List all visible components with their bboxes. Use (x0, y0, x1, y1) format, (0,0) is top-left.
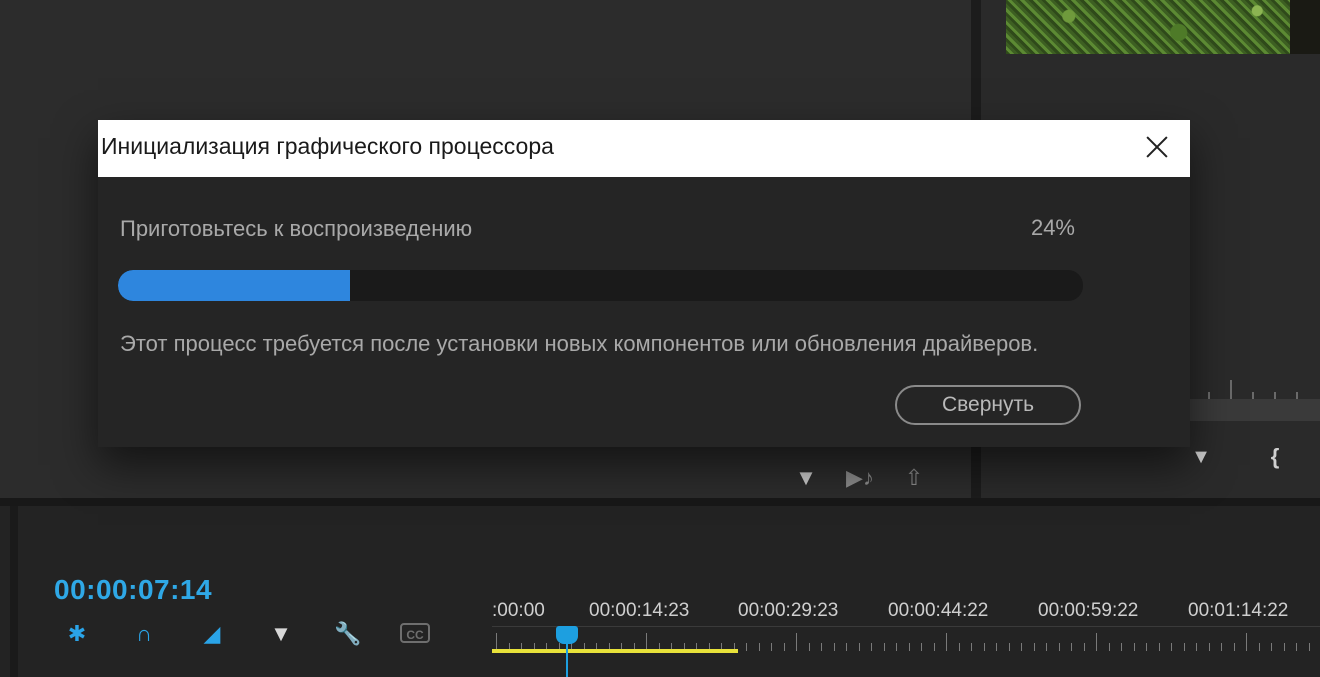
info-text: Этот процесс требуется после установки н… (120, 331, 1039, 356)
ruler-tick (808, 643, 810, 651)
ruler-tick (1171, 643, 1172, 651)
add-marker-icon[interactable]: ▼ (1190, 446, 1212, 468)
ruler-tick (796, 633, 797, 651)
captions-icon[interactable]: CC (400, 623, 430, 643)
ruler-tick (908, 643, 910, 651)
video-preview-frame (1006, 0, 1320, 54)
ruler-tick (858, 643, 860, 651)
tools-strip (10, 506, 18, 677)
add-marker-icon[interactable]: ▼ (264, 618, 298, 650)
ruler-tick (883, 643, 885, 651)
time-label: :00:00 (492, 600, 545, 621)
ruler-tick (1133, 643, 1135, 651)
collapse-button[interactable]: Свернуть (895, 385, 1081, 425)
snap-ripple-icon[interactable]: ✱ (60, 618, 94, 650)
ruler-tick (983, 643, 985, 651)
ruler-tick (1046, 643, 1047, 651)
monitor-ruler (1190, 370, 1320, 400)
ruler-tick (1258, 643, 1260, 651)
ruler-tick (1008, 643, 1010, 651)
progress-fill (118, 270, 350, 301)
progress-bar (118, 270, 1083, 301)
ruler-tick (1283, 643, 1285, 651)
ruler-tick (1296, 643, 1297, 651)
magnet-snap-icon[interactable]: ∩ (127, 618, 161, 650)
time-ruler-labels: :00:00 00:00:14:23 00:00:29:23 00:00:44:… (492, 600, 1320, 622)
status-text: Приготовьтесь к воспроизведению (120, 216, 473, 241)
ruler-tick (821, 643, 822, 651)
ruler-tick (1096, 633, 1097, 651)
progress-percent: 24% (1030, 215, 1075, 240)
ruler-tick (771, 643, 772, 651)
time-ruler[interactable] (492, 626, 1320, 651)
ruler-tick (783, 643, 785, 651)
ruler-tick (1308, 643, 1310, 651)
wrench-settings-icon[interactable]: 🔧 (331, 618, 365, 650)
insert-audio-icon[interactable]: ▶♪ (844, 464, 876, 492)
ruler-tick (1071, 643, 1072, 651)
ruler-tick (996, 643, 997, 651)
dialog-title: Инициализация графического процессора (101, 133, 554, 159)
ruler-tick (1208, 643, 1210, 651)
ruler-tick (946, 633, 947, 651)
ruler-tick (746, 643, 747, 651)
ruler-tick (1158, 643, 1160, 651)
ruler-tick (1233, 643, 1235, 651)
video-preview-edge (1290, 0, 1320, 54)
time-label: 00:01:14:22 (1188, 600, 1289, 621)
linked-selection-icon[interactable]: ◢ (195, 618, 229, 650)
dialog-titlebar: Инициализация графического процессора (98, 120, 1190, 177)
ruler-tick (846, 643, 847, 651)
ruler-tick (971, 643, 972, 651)
ruler-tick (1221, 643, 1222, 651)
ruler-tick (758, 643, 760, 651)
ruler-tick (1183, 643, 1185, 651)
ruler-tick (958, 643, 960, 651)
gpu-init-dialog: Инициализация графического процессора Пр… (98, 120, 1190, 447)
ruler-tick (933, 643, 935, 651)
export-icon[interactable]: ⇧ (898, 464, 930, 492)
ruler-tick (1271, 643, 1272, 651)
time-label: 00:00:59:22 (1038, 600, 1139, 621)
playhead-line (566, 640, 568, 677)
time-label: 00:00:14:23 (589, 600, 690, 621)
ruler-tick (1108, 643, 1110, 651)
ruler-tick (1196, 643, 1197, 651)
work-area-bar[interactable] (492, 649, 738, 653)
monitor-scrubber-track[interactable] (1190, 399, 1320, 421)
mark-in-icon[interactable]: { (1266, 444, 1284, 470)
ruler-tick (833, 643, 835, 651)
filter-icon[interactable]: ▼ (790, 464, 822, 492)
panel-separator[interactable] (0, 498, 1320, 506)
ruler-tick (1246, 633, 1247, 651)
ruler-tick (871, 643, 872, 651)
ruler-tick (1083, 643, 1085, 651)
ruler-tick (1033, 643, 1035, 651)
ruler-tick (1146, 643, 1147, 651)
playhead-timecode[interactable]: 00:00:07:14 (54, 574, 212, 606)
ruler-tick (896, 643, 897, 651)
close-icon[interactable] (1140, 130, 1174, 164)
time-label: 00:00:29:23 (738, 600, 839, 621)
ruler-tick (921, 643, 922, 651)
ruler-tick (1021, 643, 1022, 651)
time-label: 00:00:44:22 (888, 600, 989, 621)
ruler-tick (1058, 643, 1060, 651)
ruler-tick (1121, 643, 1122, 651)
